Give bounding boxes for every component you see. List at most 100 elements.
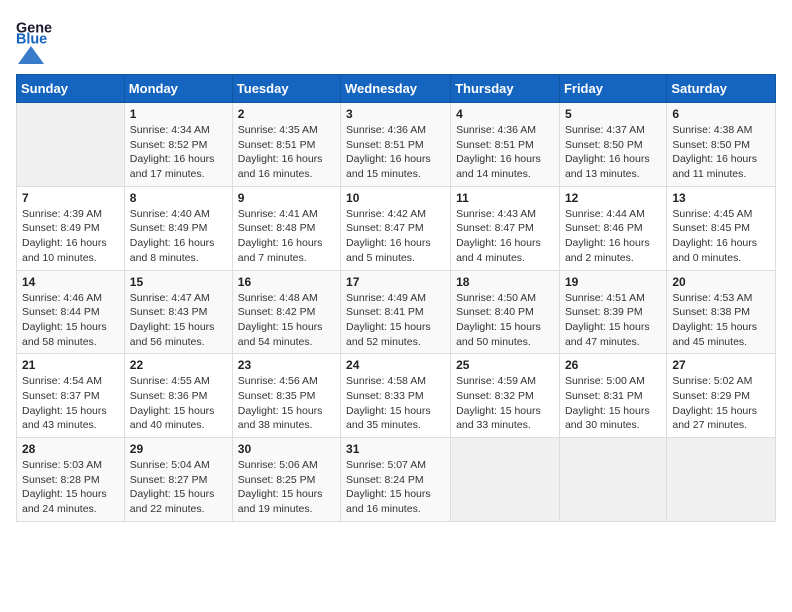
calendar-cell: 9 Sunrise: 4:41 AMSunset: 8:48 PMDaylight… (232, 186, 340, 270)
calendar-cell: 5 Sunrise: 4:37 AMSunset: 8:50 PMDaylight… (559, 103, 666, 187)
day-info: Sunrise: 4:55 AMSunset: 8:36 PMDaylight:… (130, 374, 227, 433)
calendar-cell: 24 Sunrise: 4:58 AMSunset: 8:33 PMDayligh… (341, 354, 451, 438)
day-info: Sunrise: 5:00 AMSunset: 8:31 PMDaylight:… (565, 374, 661, 433)
col-header-saturday: Saturday (667, 75, 776, 103)
day-number: 26 (565, 358, 661, 372)
day-number: 2 (238, 107, 335, 121)
calendar-cell: 10 Sunrise: 4:42 AMSunset: 8:47 PMDayligh… (341, 186, 451, 270)
day-info: Sunrise: 4:39 AMSunset: 8:49 PMDaylight:… (22, 207, 119, 266)
day-info: Sunrise: 4:59 AMSunset: 8:32 PMDaylight:… (456, 374, 554, 433)
day-info: Sunrise: 5:03 AMSunset: 8:28 PMDaylight:… (22, 458, 119, 517)
day-number: 19 (565, 275, 661, 289)
calendar-cell: 17 Sunrise: 4:49 AMSunset: 8:41 PMDayligh… (341, 270, 451, 354)
day-number: 28 (22, 442, 119, 456)
calendar-cell (667, 438, 776, 522)
day-number: 22 (130, 358, 227, 372)
day-info: Sunrise: 4:46 AMSunset: 8:44 PMDaylight:… (22, 291, 119, 350)
svg-text:Blue: Blue (16, 32, 47, 45)
day-info: Sunrise: 4:44 AMSunset: 8:46 PMDaylight:… (565, 207, 661, 266)
day-info: Sunrise: 4:40 AMSunset: 8:49 PMDaylight:… (130, 207, 227, 266)
col-header-sunday: Sunday (17, 75, 125, 103)
col-header-wednesday: Wednesday (341, 75, 451, 103)
calendar-cell: 12 Sunrise: 4:44 AMSunset: 8:46 PMDayligh… (559, 186, 666, 270)
day-info: Sunrise: 4:53 AMSunset: 8:38 PMDaylight:… (672, 291, 770, 350)
calendar-cell: 27 Sunrise: 5:02 AMSunset: 8:29 PMDayligh… (667, 354, 776, 438)
calendar-cell: 18Sunrise: 4:50 AMSunset: 8:40 PMDayligh… (451, 270, 560, 354)
day-number: 20 (672, 275, 770, 289)
day-number: 5 (565, 107, 661, 121)
day-info: Sunrise: 4:36 AMSunset: 8:51 PMDaylight:… (456, 123, 554, 182)
calendar-cell: 3 Sunrise: 4:36 AMSunset: 8:51 PMDaylight… (341, 103, 451, 187)
calendar-cell: 15Sunrise: 4:47 AMSunset: 8:43 PMDayligh… (124, 270, 232, 354)
calendar-table: SundayMondayTuesdayWednesdayThursdayFrid… (16, 74, 776, 522)
calendar-cell (559, 438, 666, 522)
day-info: Sunrise: 5:04 AMSunset: 8:27 PMDaylight:… (130, 458, 227, 517)
col-header-monday: Monday (124, 75, 232, 103)
day-number: 12 (565, 191, 661, 205)
day-number: 11 (456, 191, 554, 205)
day-number: 7 (22, 191, 119, 205)
day-number: 8 (130, 191, 227, 205)
page-header: General Blue (16, 16, 776, 66)
calendar-cell: 23 Sunrise: 4:56 AMSunset: 8:35 PMDayligh… (232, 354, 340, 438)
day-info: Sunrise: 4:48 AMSunset: 8:42 PMDaylight:… (238, 291, 335, 350)
col-header-tuesday: Tuesday (232, 75, 340, 103)
calendar-cell (17, 103, 125, 187)
day-info: Sunrise: 4:42 AMSunset: 8:47 PMDaylight:… (346, 207, 445, 266)
day-number: 13 (672, 191, 770, 205)
day-number: 9 (238, 191, 335, 205)
day-info: Sunrise: 4:56 AMSunset: 8:35 PMDaylight:… (238, 374, 335, 433)
day-info: Sunrise: 4:38 AMSunset: 8:50 PMDaylight:… (672, 123, 770, 182)
day-number: 27 (672, 358, 770, 372)
calendar-cell (451, 438, 560, 522)
day-info: Sunrise: 4:34 AMSunset: 8:52 PMDaylight:… (130, 123, 227, 182)
calendar-cell: 31Sunrise: 5:07 AMSunset: 8:24 PMDayligh… (341, 438, 451, 522)
day-number: 4 (456, 107, 554, 121)
calendar-cell: 2 Sunrise: 4:35 AMSunset: 8:51 PMDaylight… (232, 103, 340, 187)
day-number: 30 (238, 442, 335, 456)
day-info: Sunrise: 5:02 AMSunset: 8:29 PMDaylight:… (672, 374, 770, 433)
day-number: 14 (22, 275, 119, 289)
day-info: Sunrise: 4:35 AMSunset: 8:51 PMDaylight:… (238, 123, 335, 182)
day-info: Sunrise: 4:58 AMSunset: 8:33 PMDaylight:… (346, 374, 445, 433)
day-number: 23 (238, 358, 335, 372)
calendar-cell: 26 Sunrise: 5:00 AMSunset: 8:31 PMDayligh… (559, 354, 666, 438)
day-info: Sunrise: 4:51 AMSunset: 8:39 PMDaylight:… (565, 291, 661, 350)
calendar-cell: 13 Sunrise: 4:45 AMSunset: 8:45 PMDayligh… (667, 186, 776, 270)
calendar-cell: 14 Sunrise: 4:46 AMSunset: 8:44 PMDayligh… (17, 270, 125, 354)
calendar-cell: 1 Sunrise: 4:34 AMSunset: 8:52 PMDaylight… (124, 103, 232, 187)
day-number: 29 (130, 442, 227, 456)
day-number: 1 (130, 107, 227, 121)
calendar-cell: 6 Sunrise: 4:38 AMSunset: 8:50 PMDaylight… (667, 103, 776, 187)
day-info: Sunrise: 4:49 AMSunset: 8:41 PMDaylight:… (346, 291, 445, 350)
day-info: Sunrise: 4:36 AMSunset: 8:51 PMDaylight:… (346, 123, 445, 182)
calendar-cell: 22 Sunrise: 4:55 AMSunset: 8:36 PMDayligh… (124, 354, 232, 438)
day-number: 10 (346, 191, 445, 205)
day-number: 24 (346, 358, 445, 372)
calendar-cell: 30 Sunrise: 5:06 AMSunset: 8:25 PMDayligh… (232, 438, 340, 522)
day-info: Sunrise: 4:45 AMSunset: 8:45 PMDaylight:… (672, 207, 770, 266)
calendar-cell: 29 Sunrise: 5:04 AMSunset: 8:27 PMDayligh… (124, 438, 232, 522)
day-number: 17 (346, 275, 445, 289)
calendar-cell: 28 Sunrise: 5:03 AMSunset: 8:28 PMDayligh… (17, 438, 125, 522)
calendar-cell: 4 Sunrise: 4:36 AMSunset: 8:51 PMDaylight… (451, 103, 560, 187)
logo-icon (16, 44, 46, 66)
calendar-cell: 16Sunrise: 4:48 AMSunset: 8:42 PMDayligh… (232, 270, 340, 354)
day-info: Sunrise: 4:41 AMSunset: 8:48 PMDaylight:… (238, 207, 335, 266)
calendar-cell: 11 Sunrise: 4:43 AMSunset: 8:47 PMDayligh… (451, 186, 560, 270)
day-number: 3 (346, 107, 445, 121)
day-number: 6 (672, 107, 770, 121)
calendar-cell: 8 Sunrise: 4:40 AMSunset: 8:49 PMDaylight… (124, 186, 232, 270)
day-number: 18 (456, 275, 554, 289)
day-number: 15 (130, 275, 227, 289)
col-header-thursday: Thursday (451, 75, 560, 103)
calendar-cell: 19 Sunrise: 4:51 AMSunset: 8:39 PMDayligh… (559, 270, 666, 354)
day-number: 25 (456, 358, 554, 372)
day-info: Sunrise: 4:37 AMSunset: 8:50 PMDaylight:… (565, 123, 661, 182)
day-info: Sunrise: 4:43 AMSunset: 8:47 PMDaylight:… (456, 207, 554, 266)
logo: General Blue (16, 16, 52, 66)
day-info: Sunrise: 5:06 AMSunset: 8:25 PMDaylight:… (238, 458, 335, 517)
col-header-friday: Friday (559, 75, 666, 103)
general-blue-icon: General Blue (16, 16, 52, 44)
day-info: Sunrise: 5:07 AMSunset: 8:24 PMDaylight:… (346, 458, 445, 517)
